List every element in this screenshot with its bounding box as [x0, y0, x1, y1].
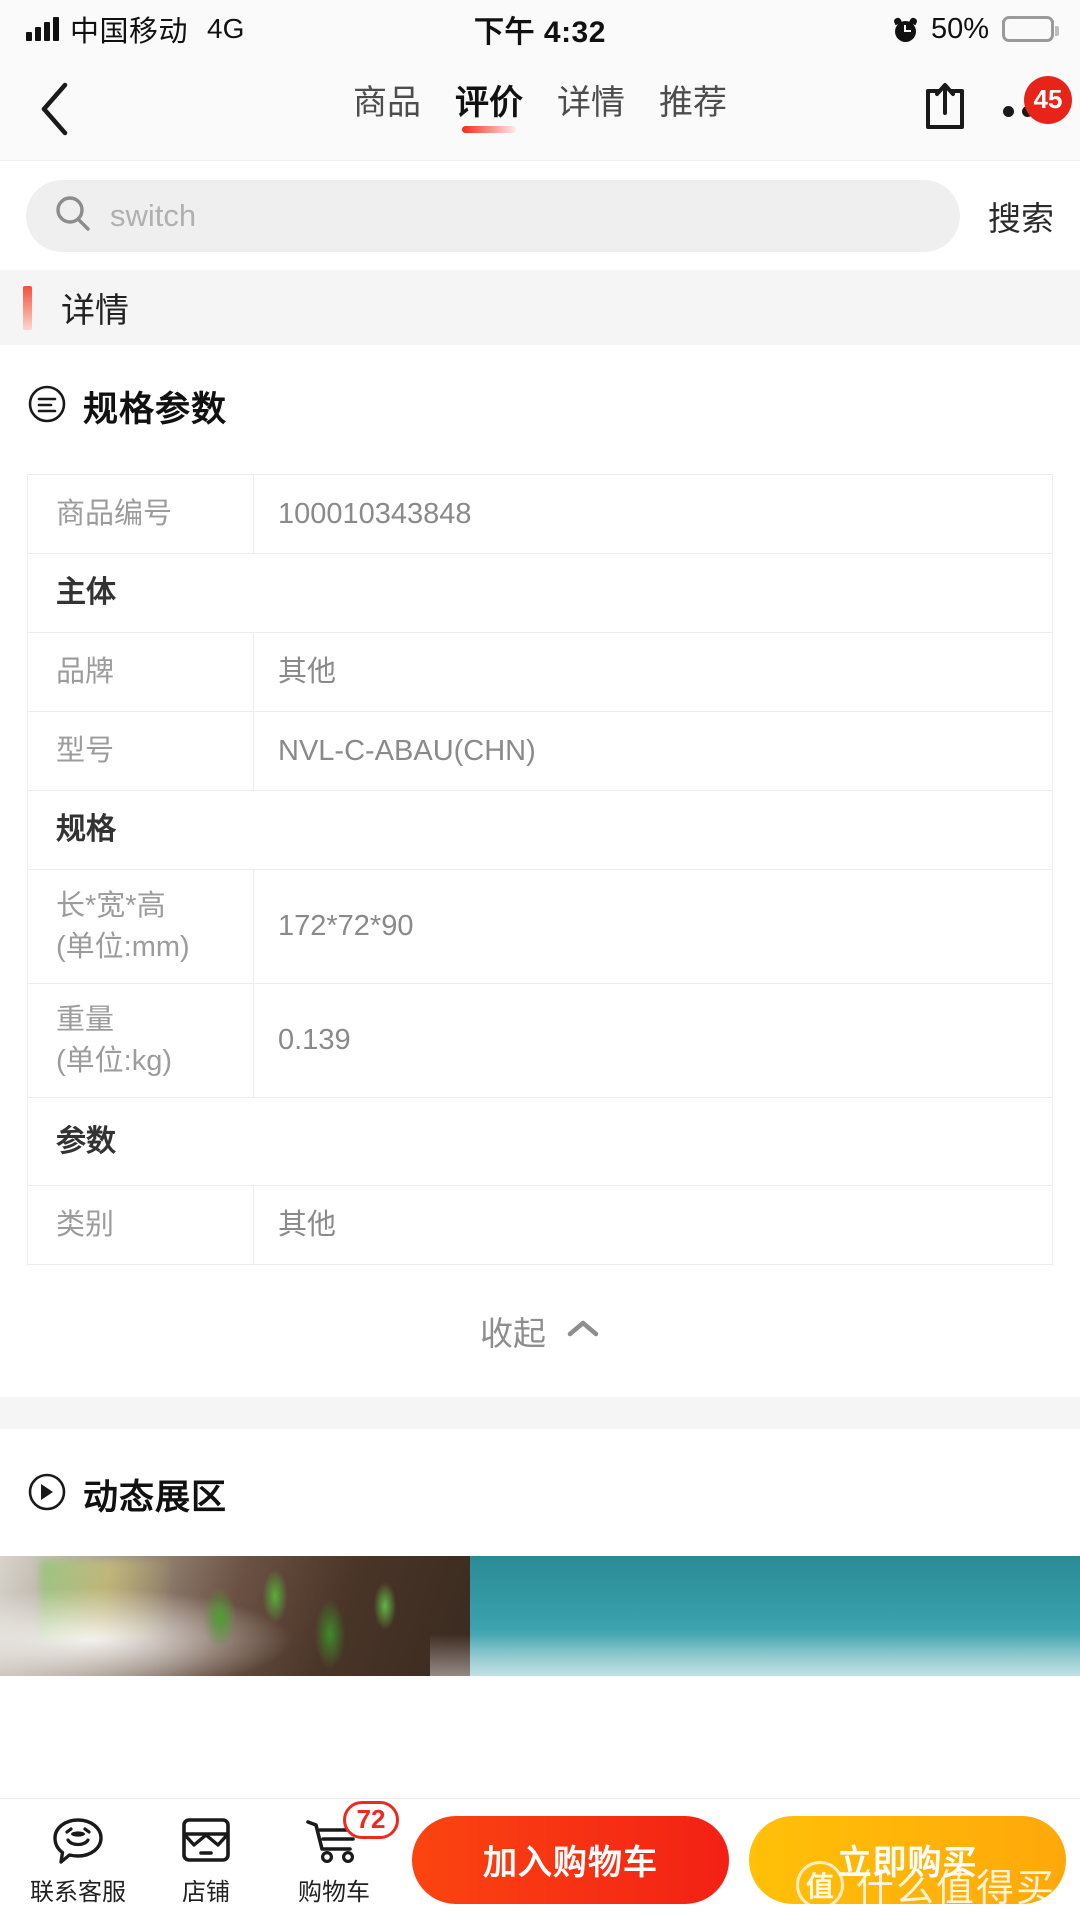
shopping-cart-icon: 72: [305, 1800, 399, 1865]
spec-group-title: 参数: [56, 1124, 116, 1158]
spec-value: 其他: [278, 1208, 337, 1241]
alarm-clock-icon: [893, 16, 918, 42]
table-row: 商品编号 100010343848: [28, 475, 1052, 554]
share-icon[interactable]: [921, 81, 969, 138]
dynamic-section-header: 动态展区: [0, 1429, 1080, 1520]
nav-tab-list: 商品 评价 详情 推荐: [0, 86, 1080, 133]
status-bar-right: 50%: [893, 12, 1059, 46]
shop-button[interactable]: 店铺: [142, 1813, 270, 1907]
spec-key: 类别: [28, 1186, 254, 1264]
dynamic-banner-image[interactable]: [0, 1556, 1080, 1676]
add-to-cart-button[interactable]: 加入购物车: [412, 1815, 729, 1904]
cart-badge: 72: [343, 1800, 399, 1839]
table-row: 长*宽*高 (单位:mm) 172*72*90: [28, 870, 1052, 984]
customer-service-smiley-icon: [50, 1813, 106, 1865]
search-icon: [54, 194, 92, 237]
spec-value: 0.139: [278, 1024, 351, 1057]
carrier-label: 中国移动: [70, 16, 189, 48]
search-placeholder: switch: [110, 197, 197, 233]
section-divider: [0, 1397, 1080, 1429]
cart-label: 购物车: [298, 1878, 370, 1906]
navigation-bar: 商品 评价 详情 推荐 45: [0, 58, 1080, 160]
spec-group-title: 规格: [56, 813, 116, 847]
spec-key: 型号: [28, 712, 254, 790]
battery-icon: [1002, 16, 1059, 42]
spec-section-header: 规格参数: [0, 381, 1080, 432]
buy-now-button[interactable]: 立即购买: [749, 1815, 1066, 1904]
table-row-group: 参数: [28, 1098, 1052, 1186]
table-row-group: 规格: [28, 791, 1052, 870]
spec-section: 规格参数 商品编号 100010343848 主体 品牌 其他 型号 NVL-C…: [0, 345, 1080, 1397]
spec-key: 品牌: [28, 633, 254, 711]
spec-value: 100010343848: [278, 497, 472, 530]
table-row: 型号 NVL-C-ABAU(CHN): [28, 712, 1052, 791]
tab-goods[interactable]: 商品: [353, 86, 421, 133]
more-badge: 45: [1024, 75, 1072, 124]
nav-right-actions: 45: [921, 75, 1072, 138]
dynamic-section-title: 动态展区: [83, 1478, 228, 1517]
tab-recommend[interactable]: 推荐: [659, 86, 727, 133]
collapse-button[interactable]: 收起: [0, 1265, 1080, 1397]
spec-key: 商品编号: [28, 475, 254, 553]
tab-details[interactable]: 详情: [557, 86, 625, 133]
table-row: 类别 其他: [28, 1186, 1052, 1265]
collapse-label: 收起: [480, 1315, 546, 1352]
tab-reviews[interactable]: 评价: [455, 86, 523, 133]
contact-service-label: 联系客服: [30, 1878, 126, 1906]
spec-key: 重量 (单位:kg): [28, 984, 254, 1097]
search-button[interactable]: 搜索: [988, 192, 1054, 240]
shop-label: 店铺: [182, 1878, 230, 1906]
more-menu-button[interactable]: 45: [999, 75, 1072, 124]
status-bar: 中国移动 4G 下午 4:32 50%: [0, 0, 1080, 58]
dynamic-section: 动态展区: [0, 1429, 1080, 1676]
network-mode-label: 4G: [207, 13, 245, 44]
spec-value: 其他: [278, 655, 337, 688]
play-circle-icon: [27, 1472, 67, 1517]
spec-value: 172*72*90: [278, 910, 414, 943]
cart-button[interactable]: 72 购物车: [270, 1800, 399, 1907]
spec-group-title: 主体: [56, 576, 116, 610]
detail-section-band: 详情: [0, 270, 1080, 345]
shop-icon: [180, 1813, 232, 1865]
spec-key: 长*宽*高 (单位:mm): [28, 870, 254, 983]
product-detail-screen: 中国移动 4G 下午 4:32 50% 商品 评价 详情 推荐 45 switc…: [0, 0, 1080, 1920]
status-bar-left: 中国移动 4G: [26, 8, 244, 50]
table-row: 品牌 其他: [28, 633, 1052, 712]
search-input[interactable]: switch: [26, 179, 960, 252]
detail-band-label: 详情: [61, 292, 129, 330]
spec-table: 商品编号 100010343848 主体 品牌 其他 型号 NVL-C-ABAU…: [27, 474, 1053, 1265]
search-row: switch 搜索: [0, 160, 1080, 270]
contact-service-button[interactable]: 联系客服: [14, 1813, 142, 1907]
spec-value: NVL-C-ABAU(CHN): [278, 734, 536, 767]
table-row-group: 主体: [28, 554, 1052, 633]
spec-section-title: 规格参数: [83, 390, 228, 429]
signal-bars-icon: [26, 17, 59, 41]
bottom-action-buttons: 加入购物车 立即购买: [412, 1815, 1066, 1904]
back-chevron-icon[interactable]: [24, 81, 84, 137]
band-accent-bar: [23, 285, 32, 330]
bottom-action-bar: 联系客服 店铺 72 购物车 加入购物车 立即购买 值 什么值得买: [0, 1798, 1080, 1920]
spec-list-circle-icon: [27, 384, 67, 429]
chevron-up-icon: [566, 1318, 600, 1345]
table-row: 重量 (单位:kg) 0.139: [28, 984, 1052, 1098]
battery-percent-label: 50%: [930, 12, 989, 45]
